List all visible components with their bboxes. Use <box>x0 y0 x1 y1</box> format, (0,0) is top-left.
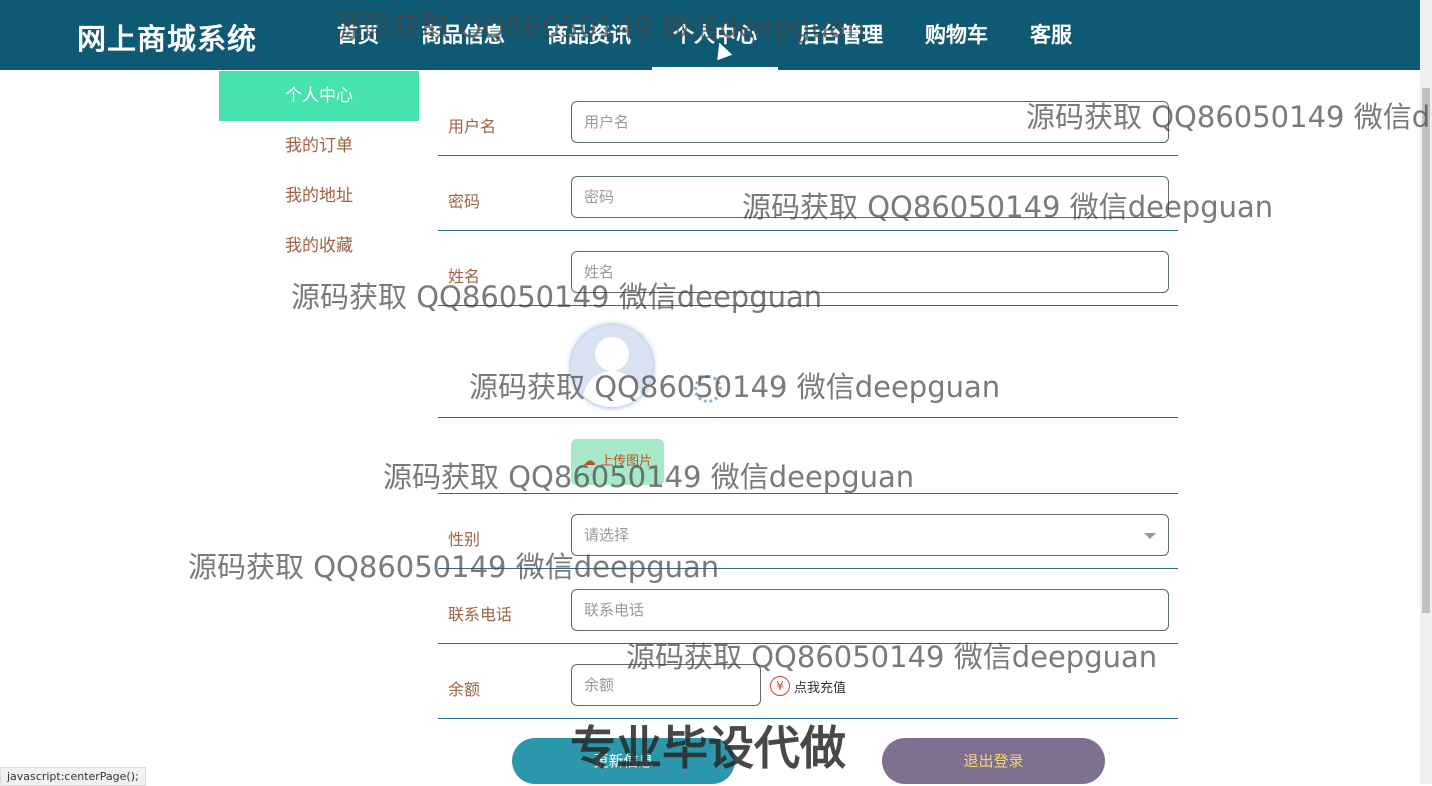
name-input[interactable] <box>571 251 1169 293</box>
form-row-name: 姓名 <box>438 238 1178 306</box>
yen-icon: ¥ <box>770 676 790 696</box>
nav-products[interactable]: 商品信息 <box>400 0 526 70</box>
browser-status-url: javascript:centerPage(); <box>0 767 146 786</box>
site-brand[interactable]: 网上商城系统 <box>77 16 257 58</box>
chevron-down-icon <box>1144 533 1156 539</box>
nav-admin[interactable]: 后台管理 <box>778 0 904 70</box>
nav-service[interactable]: 客服 <box>1009 0 1093 70</box>
recharge-label: 点我充值 <box>794 680 847 696</box>
loading-spinner-icon <box>694 375 722 403</box>
form-row-avatar <box>438 305 1178 418</box>
top-navbar: 网上商城系统 首页 商品信息 商品资讯 个人中心 后台管理 购物车 客服 <box>0 0 1420 70</box>
form-row-gender: 性别 请选择 <box>438 501 1178 569</box>
sidebar-item-personal-center[interactable]: 个人中心 <box>219 71 419 121</box>
form-row-password: 密码 <box>438 163 1178 231</box>
sidebar-item-address[interactable]: 我的地址 <box>219 171 419 221</box>
sidebar-menu: 个人中心 我的订单 我的地址 我的收藏 <box>219 71 419 271</box>
form-row-phone: 联系电话 <box>438 576 1178 644</box>
avatar-image <box>571 325 653 407</box>
balance-label: 余额 <box>448 680 481 699</box>
phone-input[interactable] <box>571 589 1169 631</box>
phone-label: 联系电话 <box>448 605 513 624</box>
password-input[interactable] <box>571 176 1169 218</box>
nav-personal-center[interactable]: 个人中心 <box>652 0 778 70</box>
nav-home[interactable]: 首页 <box>316 0 400 70</box>
scroll-thumb[interactable] <box>1422 88 1430 613</box>
name-label: 姓名 <box>448 267 481 286</box>
gender-select-value: 请选择 <box>584 526 630 544</box>
username-label: 用户名 <box>448 117 497 136</box>
sidebar-item-favorites[interactable]: 我的收藏 <box>219 221 419 271</box>
gender-label: 性别 <box>448 530 481 549</box>
main-nav: 首页 商品信息 商品资讯 个人中心 后台管理 购物车 客服 <box>316 0 1093 70</box>
page-scrollbar[interactable] <box>1420 0 1432 784</box>
username-input[interactable] <box>571 101 1169 143</box>
gender-select[interactable]: 请选择 <box>571 514 1169 556</box>
nav-cart[interactable]: 购物车 <box>904 0 1009 70</box>
sidebar-item-orders[interactable]: 我的订单 <box>219 121 419 171</box>
watermark-big-text: 专业毕设代做 <box>570 721 846 775</box>
password-label: 密码 <box>448 192 481 211</box>
logout-button[interactable]: 退出登录 <box>882 738 1105 784</box>
upload-icon: ☁ <box>582 454 596 469</box>
avatar-head-shape <box>595 337 629 371</box>
balance-input[interactable] <box>571 664 761 706</box>
recharge-link[interactable]: ¥ 点我充值 <box>770 676 846 696</box>
nav-news[interactable]: 商品资讯 <box>526 0 652 70</box>
avatar-body-shape <box>583 371 641 407</box>
upload-label: 上传图片 <box>600 454 653 469</box>
upload-image-button[interactable]: ☁ 上传图片 <box>571 439 664 485</box>
form-row-upload <box>438 418 1178 494</box>
form-row-username: 用户名 <box>438 88 1178 156</box>
